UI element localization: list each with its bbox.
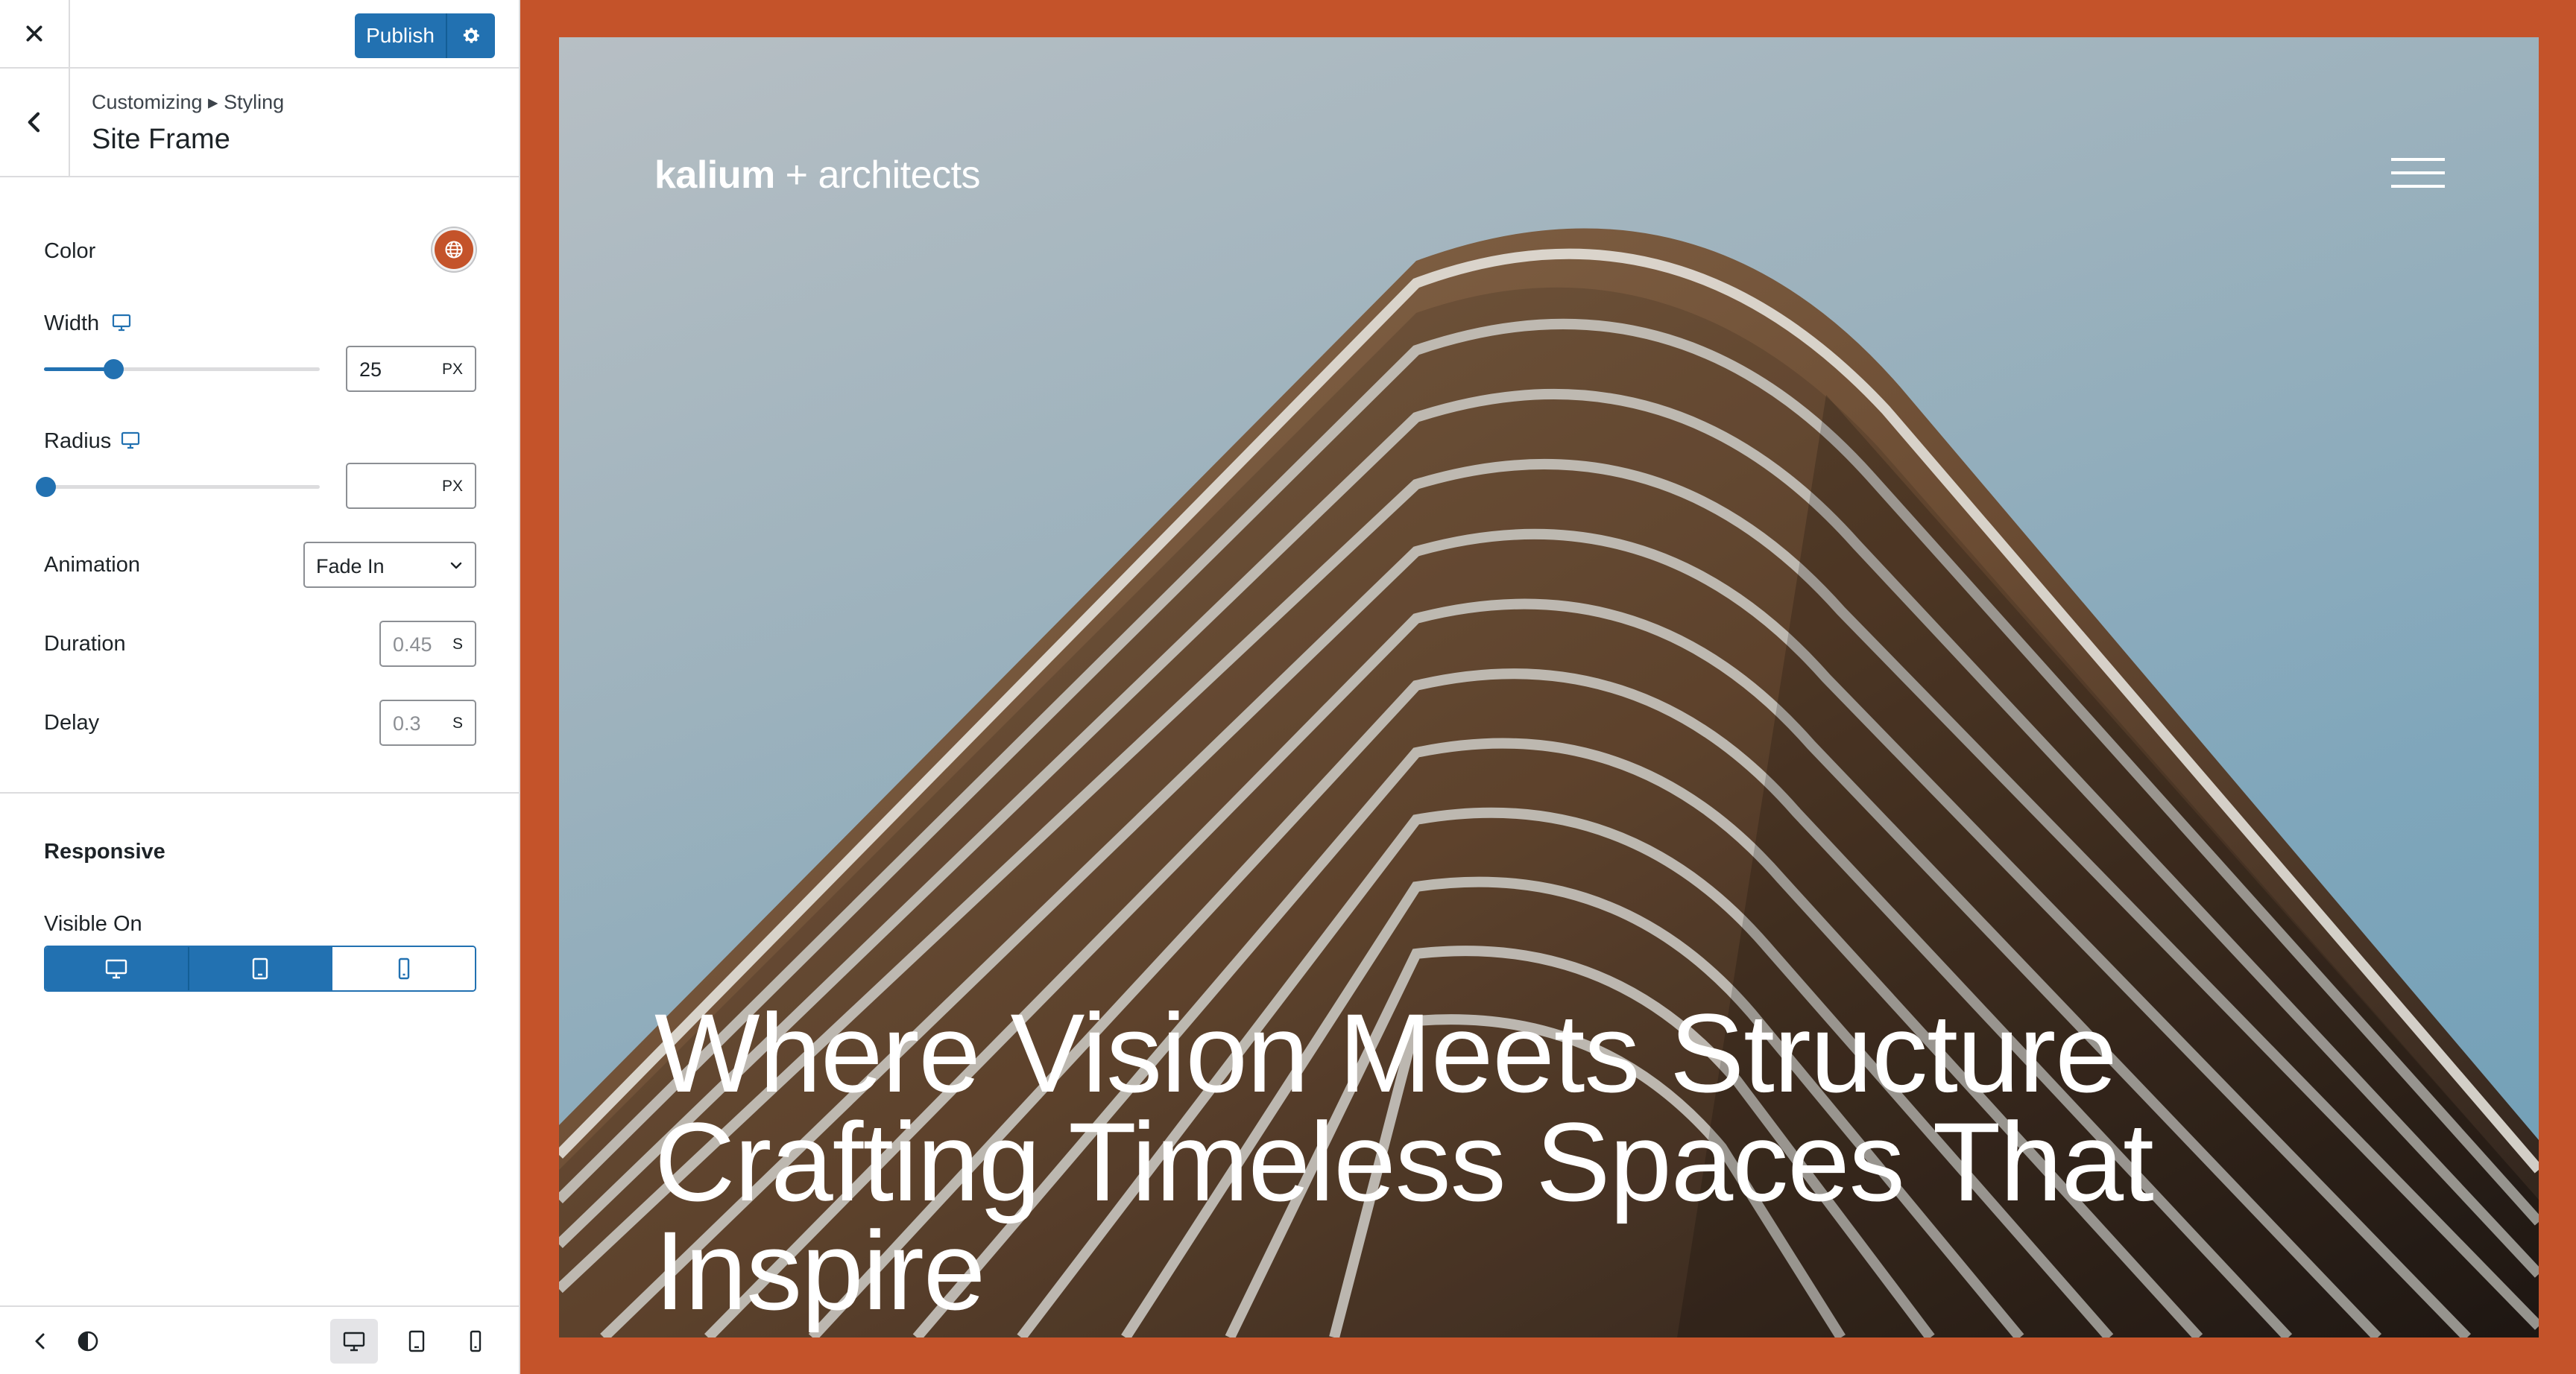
headline-line: Inspire bbox=[654, 1208, 985, 1333]
width-unit: PX bbox=[441, 361, 463, 378]
collapse-sidebar-button[interactable] bbox=[24, 1325, 57, 1358]
radius-slider[interactable] bbox=[36, 477, 320, 497]
hero-headline: Where Vision Meets Structure Crafting Ti… bbox=[654, 990, 2369, 1333]
preview-desktop-button[interactable] bbox=[330, 1319, 378, 1364]
responsive-heading: Responsive bbox=[44, 840, 165, 864]
section-header: Customizing ▸ Styling Site Frame bbox=[0, 69, 519, 177]
desktop-icon bbox=[343, 1332, 365, 1352]
visible-on-label: Visible On bbox=[44, 912, 142, 936]
visible-on-toggle-group bbox=[44, 946, 476, 992]
radius-input[interactable]: PX bbox=[346, 463, 476, 509]
animation-value: Fade In bbox=[316, 555, 385, 577]
collapse-arrow-icon bbox=[35, 1333, 45, 1349]
preview-mobile-button[interactable] bbox=[457, 1319, 494, 1364]
delay-unit: S bbox=[452, 715, 463, 732]
breadcrumb: Customizing ▸ Styling bbox=[92, 91, 285, 113]
site-preview-frame: kalium + architects Where Vision Meets S… bbox=[520, 0, 2576, 1374]
delay-input[interactable]: 0.3 S bbox=[379, 700, 476, 746]
visible-tablet-toggle[interactable] bbox=[187, 947, 332, 990]
chevron-left-icon bbox=[28, 112, 40, 133]
delay-placeholder: 0.3 bbox=[393, 712, 421, 735]
publish-group: Publish bbox=[355, 13, 495, 58]
width-label: Width bbox=[44, 311, 100, 335]
publish-settings-button[interactable] bbox=[447, 13, 495, 58]
tablet-icon bbox=[408, 1330, 425, 1352]
animation-label: Animation bbox=[44, 553, 140, 577]
chevron-down-icon bbox=[450, 562, 462, 569]
publish-button[interactable]: Publish bbox=[355, 13, 447, 58]
customizer-topbar: Publish bbox=[0, 0, 519, 69]
site-logo[interactable]: kalium + architects bbox=[654, 153, 981, 197]
duration-input[interactable]: 0.45 S bbox=[379, 621, 476, 667]
width-input[interactable]: 25 PX bbox=[346, 346, 476, 392]
customizer-sidebar: Publish Customizing ▸ Styling Site Frame… bbox=[0, 0, 520, 1374]
preview-tablet-button[interactable] bbox=[398, 1319, 435, 1364]
mobile-icon bbox=[398, 957, 409, 980]
section-title: Site Frame bbox=[92, 124, 230, 155]
width-slider[interactable] bbox=[44, 359, 320, 379]
visible-desktop-toggle[interactable] bbox=[45, 947, 188, 990]
radius-slider-thumb[interactable] bbox=[36, 477, 56, 497]
headline-line: Crafting Timeless Spaces That bbox=[654, 1099, 2154, 1224]
hero-section: kalium + architects Where Vision Meets S… bbox=[559, 37, 2539, 1337]
radius-unit: PX bbox=[441, 478, 463, 495]
visible-mobile-toggle[interactable] bbox=[331, 947, 475, 990]
duration-label: Duration bbox=[44, 632, 126, 656]
animation-select[interactable]: Fade In bbox=[303, 542, 476, 588]
headline-line: Where Vision Meets Structure bbox=[654, 990, 2118, 1115]
duration-unit: S bbox=[452, 636, 463, 653]
radius-label: Radius bbox=[44, 429, 112, 453]
duration-placeholder: 0.45 bbox=[393, 633, 432, 656]
mobile-icon bbox=[470, 1330, 482, 1352]
desktop-device-icon[interactable] bbox=[112, 314, 131, 332]
desktop-icon bbox=[106, 959, 127, 979]
hamburger-menu-icon[interactable] bbox=[2391, 158, 2445, 188]
width-value: 25 bbox=[359, 358, 382, 381]
color-label: Color bbox=[44, 239, 96, 263]
customizer-footer bbox=[0, 1305, 519, 1374]
contrast-toggle-button[interactable] bbox=[72, 1325, 104, 1358]
contrast-icon bbox=[78, 1331, 98, 1352]
back-button[interactable] bbox=[0, 69, 70, 176]
width-slider-thumb[interactable] bbox=[104, 359, 124, 379]
section-divider bbox=[0, 792, 519, 794]
globe-icon bbox=[445, 241, 463, 259]
logo-bold-text: kalium bbox=[654, 153, 775, 197]
delay-label: Delay bbox=[44, 711, 100, 735]
gear-icon bbox=[463, 28, 479, 43]
tablet-icon bbox=[252, 957, 268, 980]
close-customizer-button[interactable] bbox=[0, 0, 70, 67]
desktop-device-icon[interactable] bbox=[121, 431, 140, 449]
logo-rest-text: + architects bbox=[774, 153, 981, 197]
color-picker-swatch[interactable] bbox=[435, 230, 473, 269]
close-icon bbox=[26, 25, 42, 42]
